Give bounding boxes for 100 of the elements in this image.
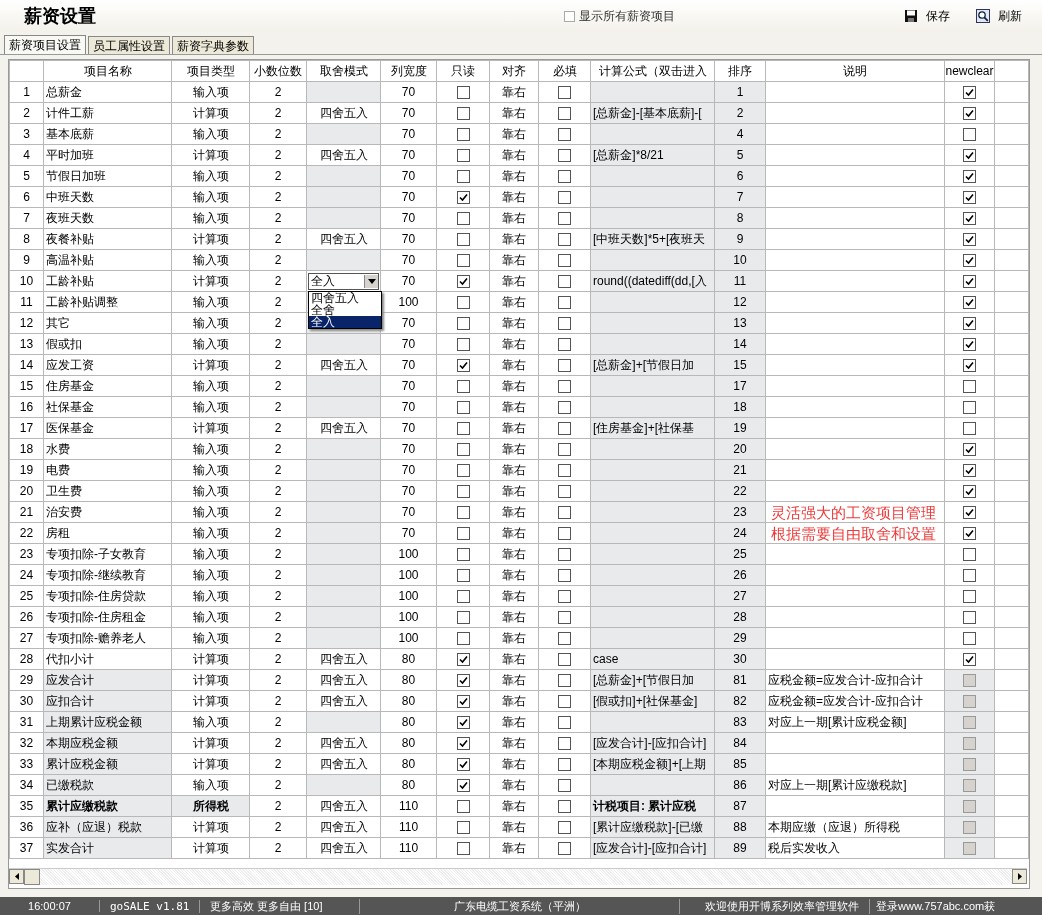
checkbox[interactable] [963,401,976,415]
checkbox[interactable] [558,695,571,709]
checkbox[interactable] [963,821,976,835]
checkbox[interactable] [456,170,470,184]
checkbox[interactable] [456,674,470,688]
checkbox[interactable] [558,569,571,583]
refresh-button[interactable]: 刷新 [976,7,1022,25]
checkbox[interactable] [558,821,571,835]
checkbox[interactable] [456,569,470,583]
checkbox[interactable] [456,464,470,478]
checkbox[interactable] [456,506,470,520]
checkbox[interactable] [558,338,571,352]
checkbox[interactable] [963,842,976,856]
column-header[interactable]: 说明 [765,60,945,82]
column-header[interactable]: newclear [944,60,995,82]
checkbox[interactable] [456,149,470,163]
column-header[interactable]: 必填 [538,60,591,82]
checkbox[interactable] [456,590,470,604]
checkbox[interactable] [963,233,976,247]
scrollbar-thumb[interactable] [24,869,40,885]
checkbox[interactable] [963,653,976,667]
column-header[interactable]: 取舍模式 [306,60,381,82]
checkbox[interactable] [963,506,976,520]
checkbox[interactable] [963,800,976,814]
checkbox[interactable] [963,107,976,121]
checkbox[interactable] [456,128,470,142]
checkbox[interactable] [558,632,571,646]
checkbox[interactable] [963,275,976,289]
checkbox[interactable] [558,527,571,541]
checkbox[interactable] [456,653,470,667]
checkbox[interactable] [558,779,571,793]
checkbox[interactable] [558,254,571,268]
checkbox[interactable] [456,716,470,730]
checkbox[interactable] [558,422,571,436]
checkbox[interactable] [558,485,571,499]
checkbox[interactable] [456,527,470,541]
checkbox[interactable] [558,149,571,163]
checkbox[interactable] [558,842,571,856]
checkbox[interactable] [963,737,976,751]
checkbox[interactable] [558,296,571,310]
checkbox[interactable] [558,86,571,100]
save-button[interactable]: 保存 [904,7,950,25]
checkbox[interactable] [963,695,976,709]
checkbox[interactable] [963,149,976,163]
tab[interactable]: 薪资项目设置 [4,35,86,54]
scroll-left-icon[interactable] [9,869,24,884]
checkbox[interactable] [456,191,470,205]
checkbox[interactable] [564,10,575,22]
checkbox[interactable] [456,86,470,100]
checkbox[interactable] [456,254,470,268]
column-header[interactable]: 只读 [436,60,490,82]
checkbox[interactable] [456,800,470,814]
checkbox[interactable] [963,758,976,772]
checkbox[interactable] [558,548,571,562]
checkbox[interactable] [558,611,571,625]
dropdown-option[interactable]: 全舍 [309,304,381,316]
checkbox[interactable] [558,653,571,667]
checkbox[interactable] [558,128,571,142]
checkbox[interactable] [456,296,470,310]
checkbox[interactable] [456,737,470,751]
checkbox[interactable] [558,317,571,331]
column-header[interactable]: 小数位数 [249,60,307,82]
checkbox[interactable] [963,359,976,373]
checkbox[interactable] [963,212,976,226]
checkbox[interactable] [963,338,976,352]
checkbox[interactable] [558,233,571,247]
checkbox[interactable] [558,359,571,373]
horizontal-scrollbar[interactable] [9,868,1027,885]
checkbox[interactable] [963,317,976,331]
checkbox[interactable] [558,191,571,205]
checkbox[interactable] [963,443,976,457]
column-header[interactable]: 计算公式（双击进入 [590,60,715,82]
checkbox[interactable] [456,758,470,772]
checkbox[interactable] [963,380,976,394]
checkbox[interactable] [558,674,571,688]
checkbox[interactable] [456,821,470,835]
checkbox[interactable] [963,548,976,562]
checkbox[interactable] [558,506,571,520]
scroll-right-icon[interactable] [1012,869,1027,884]
checkbox[interactable] [963,296,976,310]
dropdown-option[interactable]: 全入 [309,316,381,328]
checkbox[interactable] [963,590,976,604]
checkbox[interactable] [558,443,571,457]
checkbox[interactable] [963,86,976,100]
checkbox[interactable] [963,611,976,625]
checkbox[interactable] [456,443,470,457]
checkbox[interactable] [963,716,976,730]
checkbox[interactable] [558,800,571,814]
checkbox[interactable] [963,128,976,142]
checkbox[interactable] [456,422,470,436]
checkbox[interactable] [963,191,976,205]
checkbox[interactable] [558,380,571,394]
tab[interactable]: 薪资字典参数 [172,36,254,54]
checkbox[interactable] [963,422,976,436]
checkbox[interactable] [456,779,470,793]
checkbox[interactable] [963,632,976,646]
checkbox[interactable] [963,170,976,184]
rounding-dropdown[interactable]: 全入 [308,272,379,290]
checkbox[interactable] [456,338,470,352]
checkbox[interactable] [456,380,470,394]
